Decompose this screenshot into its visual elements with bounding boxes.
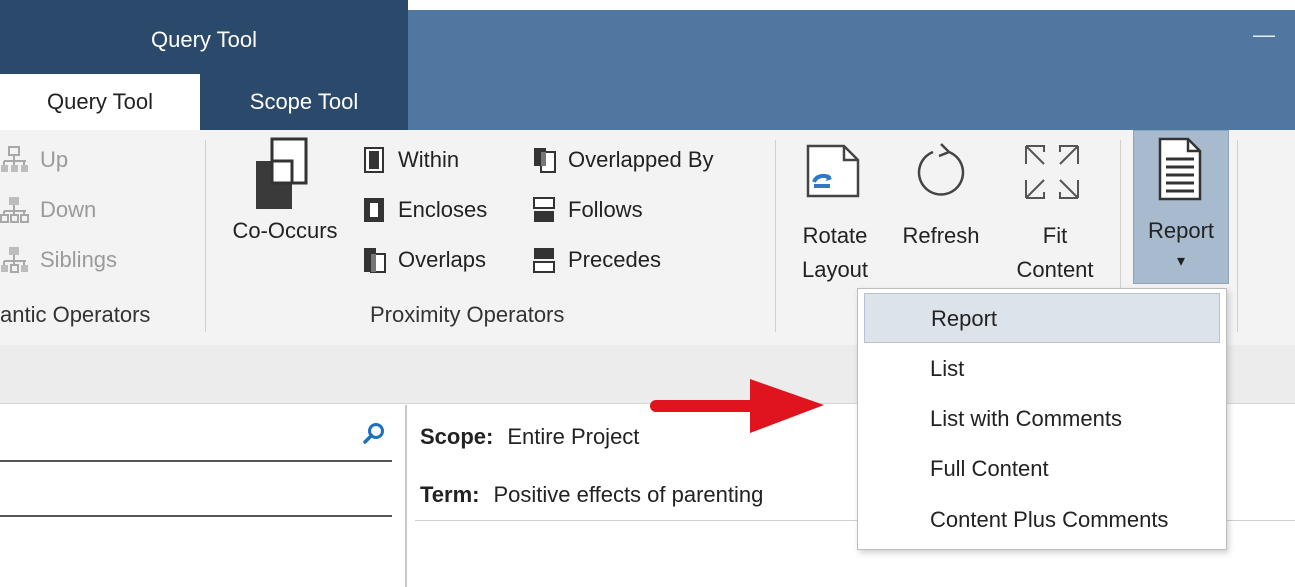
fit-label-line2: Content — [1016, 257, 1094, 282]
hierarchy-down-icon — [0, 195, 30, 225]
menu-item-report[interactable]: Report — [864, 293, 1220, 343]
encloses-label: Encloses — [398, 197, 488, 222]
ribbon-separator — [775, 140, 776, 332]
pane-splitter[interactable] — [405, 405, 407, 587]
within-icon — [362, 146, 388, 174]
follows-button[interactable]: Follows — [532, 190, 643, 230]
rotate-layout-button[interactable]: Rotate Layout — [790, 140, 880, 282]
refresh-label: Refresh — [902, 223, 980, 248]
down-button[interactable]: Down — [0, 190, 96, 230]
proximity-operators-group-label: Proximity Operators — [370, 302, 565, 327]
hierarchy-up-icon — [0, 145, 30, 175]
annotation-arrow — [650, 375, 830, 437]
encloses-button[interactable]: Encloses — [362, 190, 487, 230]
fit-content-button[interactable]: Fit Content — [1000, 140, 1110, 282]
within-button[interactable]: Within — [362, 140, 459, 180]
overlaps-icon — [362, 246, 388, 274]
overlapped-by-label: Overlapped By — [568, 147, 714, 172]
report-dropdown-menu: Report List List with Comments Full Cont… — [857, 288, 1227, 550]
minimize-ribbon-button[interactable]: — — [1250, 22, 1278, 50]
ribbon-separator — [1237, 140, 1238, 332]
overlapped-by-icon — [532, 146, 558, 174]
tab-query-tool[interactable]: Query Tool — [0, 74, 200, 130]
siblings-label: Siblings — [40, 247, 118, 272]
fit-content-icon — [1022, 142, 1082, 202]
siblings-button[interactable]: Siblings — [0, 240, 117, 280]
refresh-icon — [911, 142, 971, 202]
list-divider — [0, 515, 392, 517]
report-label: Report — [1147, 218, 1215, 243]
scope-value: Entire Project — [507, 424, 640, 449]
menu-item-full-content[interactable]: Full Content — [858, 444, 1226, 494]
refresh-button[interactable]: Refresh — [893, 140, 989, 280]
encloses-icon — [362, 196, 388, 224]
rotate-label-line1: Rotate — [802, 223, 868, 248]
co-occurs-button[interactable]: Co-Occurs — [222, 135, 348, 275]
report-button[interactable]: Report ▾ — [1133, 130, 1229, 284]
title-bar — [408, 10, 1295, 130]
within-label: Within — [398, 147, 460, 172]
menu-item-content-plus-comments[interactable]: Content Plus Comments — [858, 495, 1226, 545]
rotate-label-line2: Layout — [801, 257, 869, 282]
chevron-down-icon: ▾ — [1176, 253, 1186, 270]
co-occurs-label: Co-Occurs — [232, 218, 338, 243]
co-occurs-icon — [252, 137, 310, 213]
rotate-layout-icon — [804, 142, 862, 200]
ribbon-separator — [205, 140, 206, 332]
precedes-label: Precedes — [568, 247, 661, 272]
scope-row: Scope: Entire Project — [420, 424, 639, 450]
down-label: Down — [40, 197, 97, 222]
follows-icon — [532, 196, 558, 224]
semantic-operators-group-label: antic Operators — [0, 302, 151, 327]
follows-label: Follows — [568, 197, 643, 222]
overlapped-by-button[interactable]: Overlapped By — [532, 140, 714, 180]
overlaps-button[interactable]: Overlaps — [362, 240, 486, 280]
term-row: Term: Positive effects of parenting — [420, 482, 763, 508]
precedes-icon — [532, 246, 558, 274]
report-icon — [1156, 137, 1204, 201]
menu-item-list[interactable]: List — [858, 344, 1226, 394]
fit-label-line1: Fit — [1042, 223, 1068, 248]
term-label: Term: — [420, 482, 480, 507]
up-button[interactable]: Up — [0, 140, 68, 180]
search-field[interactable] — [0, 408, 392, 462]
hierarchy-siblings-icon — [0, 245, 30, 275]
term-value: Positive effects of parenting — [493, 482, 764, 507]
precedes-button[interactable]: Precedes — [532, 240, 661, 280]
tool-group-title: Query Tool — [151, 27, 257, 52]
scope-label: Scope: — [420, 424, 494, 449]
tab-scope-tool[interactable]: Scope Tool — [200, 74, 408, 130]
menu-item-list-with-comments[interactable]: List with Comments — [858, 394, 1226, 444]
up-label: Up — [40, 147, 69, 172]
overlaps-label: Overlaps — [398, 247, 487, 272]
search-icon[interactable] — [362, 422, 386, 446]
